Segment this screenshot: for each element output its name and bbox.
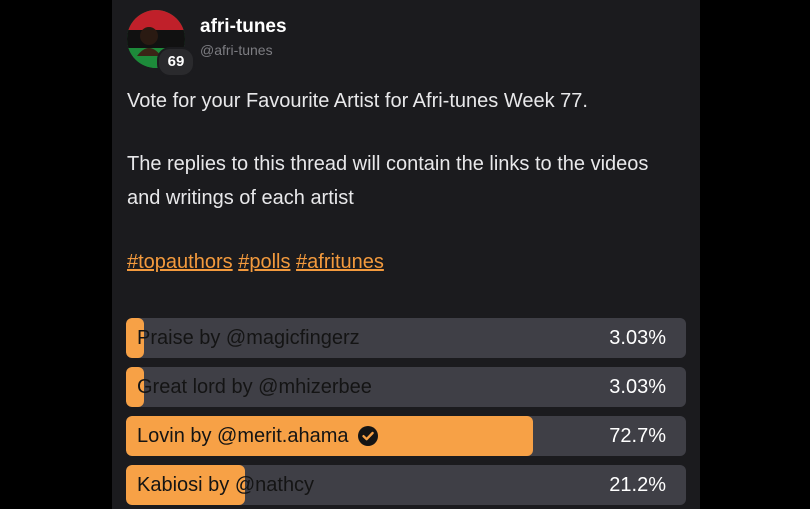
poll-option-percent: 3.03%	[609, 327, 666, 349]
avatar[interactable]: 69	[127, 10, 195, 77]
user-handle[interactable]: @afri-tunes	[200, 42, 273, 58]
poll-option-label: Lovin by @merit.ahama	[137, 416, 379, 456]
post-text-line1: Vote for your Favourite Artist for Afri-…	[127, 90, 588, 112]
display-name[interactable]: afri-tunes	[200, 16, 287, 38]
poll-option-label: Great lord by @mhizerbee	[137, 367, 372, 407]
poll-option-percent: 72.7%	[609, 425, 666, 447]
poll-option[interactable]: Praise by @magicfingerz 3.03%	[126, 318, 686, 358]
poll-option-label-text: Praise by @magicfingerz	[137, 327, 360, 349]
poll-option[interactable]: Great lord by @mhizerbee 3.03%	[126, 367, 686, 407]
poll-option[interactable]: Kabiosi by @nathcy 21.2%	[126, 465, 686, 505]
level-badge: 69	[157, 47, 195, 77]
poll-option-percent: 21.2%	[609, 474, 666, 496]
poll-option-label: Praise by @magicfingerz	[137, 318, 360, 358]
poll-option-percent: 3.03%	[609, 376, 666, 398]
poll-option[interactable]: Lovin by @merit.ahama 72.7%	[126, 416, 686, 456]
poll-option-label-text: Great lord by @mhizerbee	[137, 376, 372, 398]
poll-option-label-text: Lovin by @merit.ahama	[137, 425, 349, 447]
check-circle-icon	[357, 426, 378, 446]
post-text-line2: The replies to this thread will contain …	[127, 153, 649, 209]
hashtag-afritunes[interactable]: #afritunes	[296, 251, 384, 273]
poll-option-label-text: Kabiosi by @nathcy	[137, 474, 315, 496]
hashtag-list: #topauthors #polls #afritunes	[127, 245, 384, 279]
hashtag-topauthors[interactable]: #topauthors	[127, 251, 233, 273]
hashtag-polls[interactable]: #polls	[238, 251, 290, 273]
poll-option-label: Kabiosi by @nathcy	[137, 465, 314, 505]
